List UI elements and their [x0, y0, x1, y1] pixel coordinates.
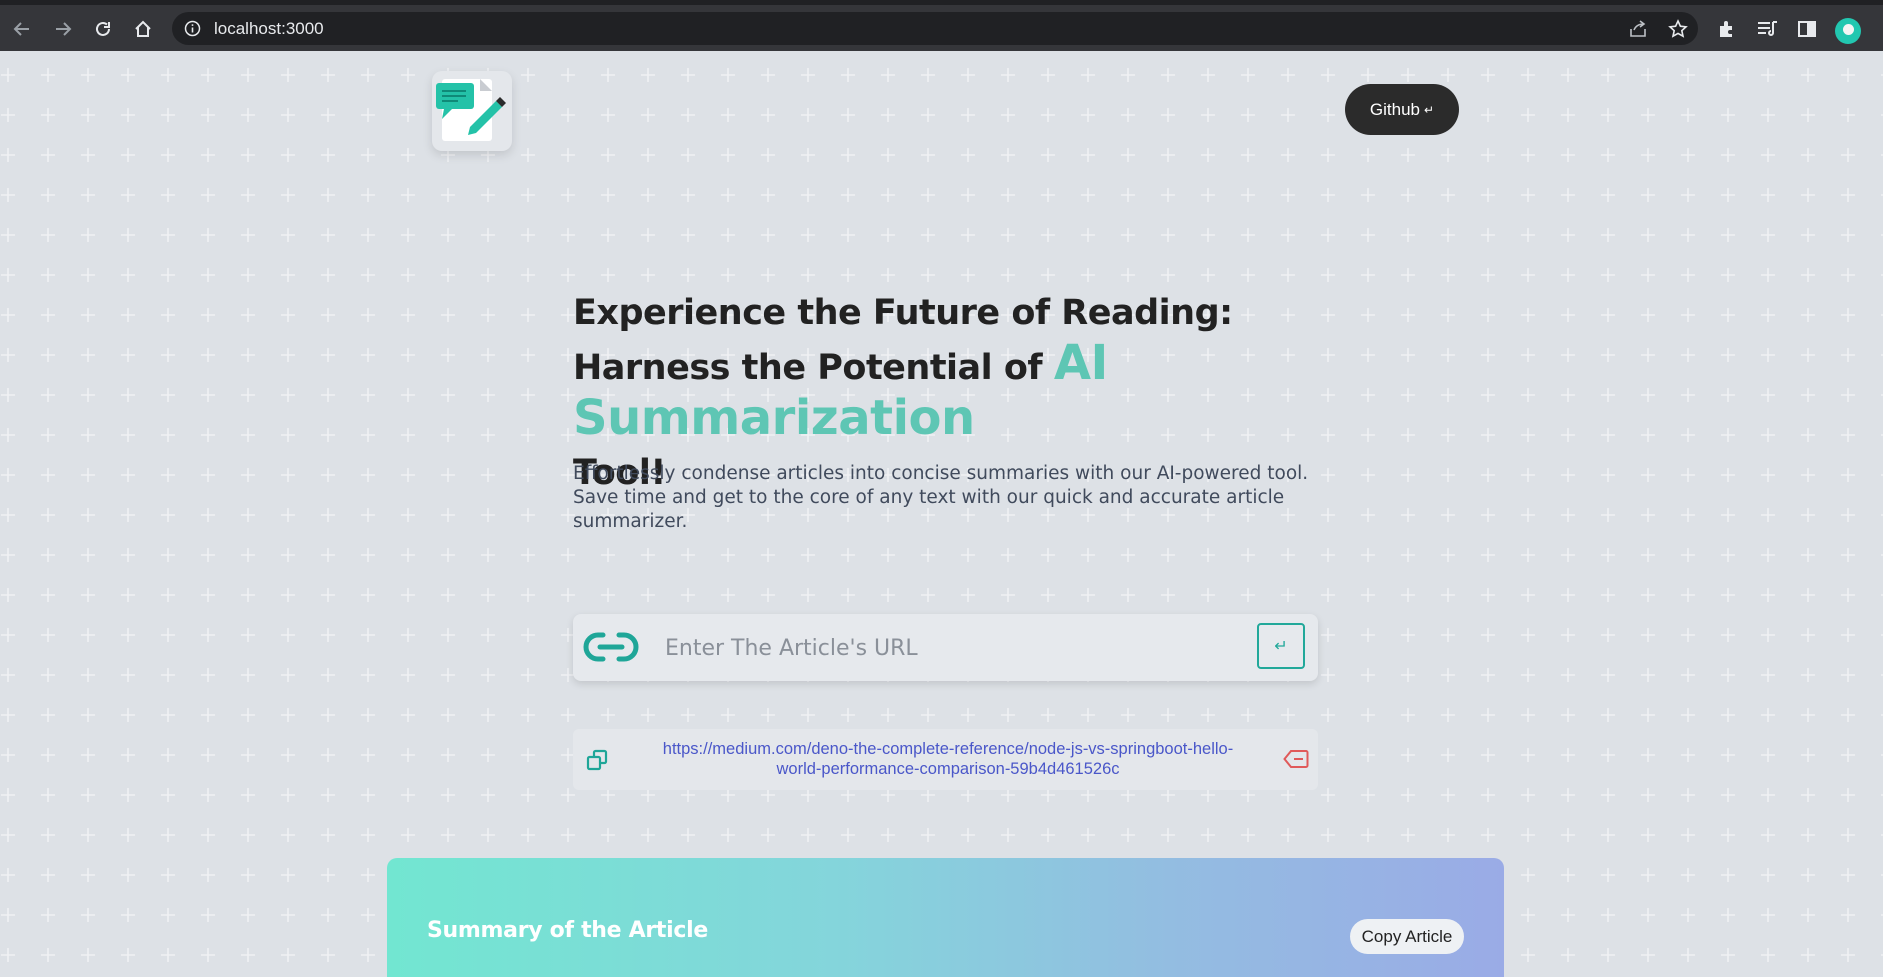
github-button-label: Github — [1369, 99, 1421, 119]
hero-description: Effortlessly condense articles into conc… — [573, 463, 1309, 532]
history-item[interactable]: https://medium.com/deno-the-complete-ref… — [573, 729, 1318, 790]
address-bar[interactable]: localhost:3000 — [172, 12, 1698, 45]
delete-icon[interactable] — [1283, 749, 1309, 773]
copy-icon[interactable] — [585, 748, 609, 776]
reading-list-icon[interactable] — [1757, 19, 1779, 43]
forward-arrow-icon[interactable] — [52, 18, 74, 40]
summary-card: Summary of the Article Copy Article — [387, 858, 1504, 977]
back-arrow-icon[interactable] — [11, 18, 33, 40]
star-icon[interactable] — [1668, 19, 1688, 43]
submit-button[interactable]: ↵ — [1257, 623, 1305, 669]
side-panel-icon[interactable] — [1797, 19, 1817, 43]
article-url-input[interactable] — [663, 626, 1207, 670]
copy-article-button[interactable]: Copy Article — [1350, 919, 1464, 954]
reload-icon[interactable] — [92, 18, 114, 40]
app-page: Github ↵ Experience the Future of Readin… — [0, 51, 1883, 977]
github-button[interactable]: Github ↵ — [1345, 84, 1459, 135]
profile-avatar[interactable] — [1835, 18, 1861, 44]
app-logo — [432, 71, 512, 151]
extensions-icon[interactable] — [1717, 19, 1737, 43]
url-form: ↵ — [573, 614, 1318, 681]
address-url[interactable]: localhost:3000 — [214, 19, 324, 39]
summary-title: Summary of the Article — [427, 918, 708, 943]
enter-icon: ↵ — [1424, 102, 1435, 117]
history-url[interactable]: https://medium.com/deno-the-complete-ref… — [643, 739, 1253, 779]
headline-text: Experience the Future of Reading: Harnes… — [573, 293, 1233, 388]
home-icon[interactable] — [132, 18, 154, 40]
browser-toolbar: localhost:3000 — [0, 0, 1883, 51]
site-info-icon[interactable] — [184, 20, 201, 41]
notepad-pencil-logo — [436, 79, 506, 141]
share-icon[interactable] — [1628, 19, 1648, 43]
link-icon — [583, 630, 639, 668]
